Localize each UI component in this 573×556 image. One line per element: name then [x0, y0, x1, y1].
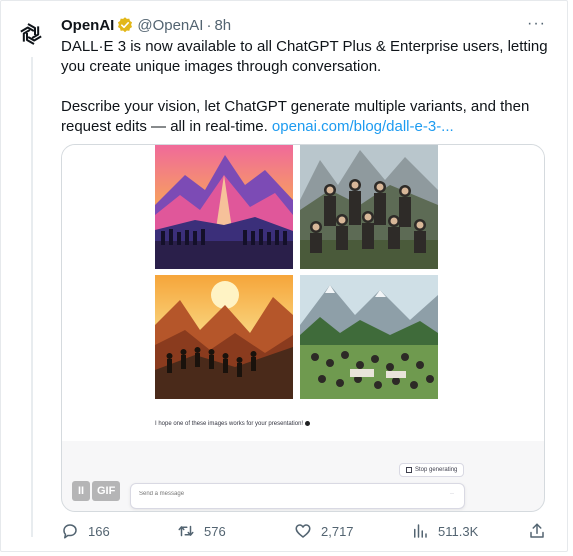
message-input[interactable] [139, 491, 419, 497]
tweet-text: DALL·E 3 is now available to all ChatGPT… [61, 37, 556, 137]
author-name[interactable]: OpenAI [61, 17, 114, 34]
reply-icon [63, 524, 77, 539]
send-icon[interactable]: ·· [450, 491, 454, 497]
media-gif[interactable]: I hope one of these images works for you… [61, 144, 545, 512]
tweet-actions: 166 576 2,717 511.3K [61, 522, 551, 544]
chatgpt-screenshot: I hope one of these images works for you… [62, 145, 544, 441]
repost-button[interactable]: 576 [177, 522, 226, 540]
tweet-header: OpenAI @OpenAI · 8h [61, 14, 231, 36]
like-count: 2,717 [321, 523, 354, 539]
views-count: 511.3K [438, 523, 479, 539]
gif-controls: II GIF [72, 481, 121, 501]
reply-button[interactable]: 166 [61, 522, 110, 540]
share-button[interactable] [528, 522, 546, 540]
thread-line [31, 57, 33, 537]
generated-image-sunset-hikers [155, 275, 293, 399]
like-button[interactable]: 2,717 [294, 522, 354, 540]
reply-count: 166 [88, 523, 110, 539]
author-handle[interactable]: @OpenAI [137, 17, 203, 34]
openai-logo-icon [20, 23, 42, 45]
generated-image-valley-picnic [300, 275, 438, 399]
gif-badge: GIF [92, 481, 121, 501]
tweet-paragraph-1: DALL·E 3 is now available to all ChatGPT… [61, 38, 548, 75]
pause-button[interactable]: II [72, 481, 90, 501]
openai-logo-avatar[interactable] [17, 20, 45, 48]
tweet-timestamp[interactable]: 8h [214, 17, 231, 34]
views-chart-icon [414, 524, 427, 538]
heart-icon [295, 524, 311, 538]
share-icon [530, 523, 544, 538]
stop-generating-button[interactable]: Stop generating [399, 463, 465, 477]
chat-response-caption: I hope one of these images works for you… [155, 421, 304, 428]
typing-cursor [305, 421, 311, 426]
stop-icon [406, 467, 412, 473]
generated-image-mountain-crowd [155, 145, 293, 269]
blog-link[interactable]: openai.com/blog/dall-e-3-... [272, 118, 454, 135]
repost-icon [178, 525, 194, 537]
verified-badge-icon [118, 17, 133, 33]
stop-generating-label: Stop generating [415, 467, 458, 473]
chat-response-text: I hope one of these images works for you… [155, 421, 311, 428]
repost-count: 576 [204, 523, 226, 539]
tweet-paragraph-2: Describe your vision, let ChatGPT genera… [61, 97, 556, 137]
views-button[interactable]: 511.3K [411, 522, 478, 540]
generated-image-group-photo [300, 145, 438, 269]
message-composer[interactable]: ·· [130, 483, 465, 509]
more-options-icon[interactable]: ··· [527, 15, 546, 33]
separator-dot: · [206, 16, 212, 34]
